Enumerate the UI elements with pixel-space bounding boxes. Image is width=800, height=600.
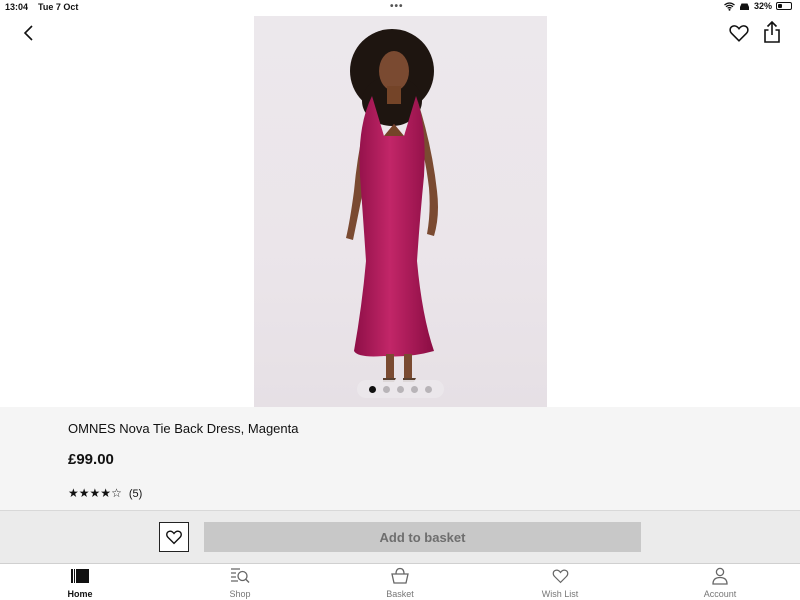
status-date: Tue 7 Oct xyxy=(38,2,79,12)
star-empty-icon: ☆ xyxy=(111,486,122,500)
tab-label: Wish List xyxy=(541,589,579,599)
product-price: £99.00 xyxy=(68,451,114,468)
wifi-icon xyxy=(724,1,735,11)
add-to-wishlist-button[interactable] xyxy=(159,522,189,552)
back-button[interactable] xyxy=(18,22,40,44)
product-image[interactable] xyxy=(254,16,547,407)
status-time: 13:04 xyxy=(5,2,29,12)
add-to-basket-button[interactable]: Add to basket xyxy=(204,522,641,552)
bottom-tab-bar: Home Shop Basket Wish List Account xyxy=(0,563,800,600)
carousel-dot[interactable] xyxy=(383,385,390,393)
carousel-dot[interactable] xyxy=(425,385,432,393)
star-filled-icon: ★ xyxy=(100,486,112,500)
tab-account[interactable]: Account xyxy=(680,567,760,600)
chevron-left-icon xyxy=(23,25,33,41)
carousel-dot[interactable] xyxy=(411,385,418,393)
battery-icon xyxy=(776,2,792,10)
tab-wish-list[interactable]: Wish List xyxy=(520,567,600,600)
product-photo-illustration xyxy=(346,29,438,382)
star-filled-icon: ★ xyxy=(68,486,79,500)
home-icon xyxy=(70,567,90,585)
tab-label: Account xyxy=(703,589,737,599)
star-filled-icon: ★ xyxy=(78,486,90,500)
share-button[interactable] xyxy=(762,20,782,44)
shop-search-icon xyxy=(230,567,250,585)
product-info-panel: OMNES Nova Tie Back Dress, Magenta £99.0… xyxy=(0,407,800,510)
tab-label: Home xyxy=(67,589,93,599)
rating-stars: ★★★★☆ xyxy=(68,487,122,500)
review-count: (5) xyxy=(128,487,143,500)
multitasking-dots-icon[interactable]: ••• xyxy=(390,1,404,12)
heart-icon xyxy=(550,567,570,585)
status-bar: 13:04 Tue 7 Oct ••• 32% xyxy=(0,0,800,15)
purchase-action-bar: Add to basket xyxy=(0,510,800,563)
carousel-dot[interactable] xyxy=(397,385,404,393)
battery-percent: 32% xyxy=(753,1,772,11)
heart-icon xyxy=(729,25,749,42)
product-title: OMNES Nova Tie Back Dress, Magenta xyxy=(68,421,299,436)
share-icon xyxy=(764,20,780,43)
tab-label: Basket xyxy=(386,589,414,599)
tab-basket[interactable]: Basket xyxy=(360,567,440,600)
favourite-button[interactable] xyxy=(728,22,750,44)
tab-shop[interactable]: Shop xyxy=(200,567,280,600)
status-indicators: 32% xyxy=(724,1,792,11)
carousel-dot[interactable] xyxy=(369,385,376,393)
basket-icon xyxy=(390,567,410,585)
account-icon xyxy=(710,567,730,585)
car-icon xyxy=(739,3,749,10)
star-filled-icon: ★ xyxy=(89,486,101,500)
tab-label: Shop xyxy=(229,589,251,599)
heart-icon xyxy=(166,530,182,545)
product-rating[interactable]: ★★★★☆ (5) xyxy=(68,487,142,500)
tab-home[interactable]: Home xyxy=(40,567,120,600)
image-carousel-indicator[interactable] xyxy=(357,380,444,398)
